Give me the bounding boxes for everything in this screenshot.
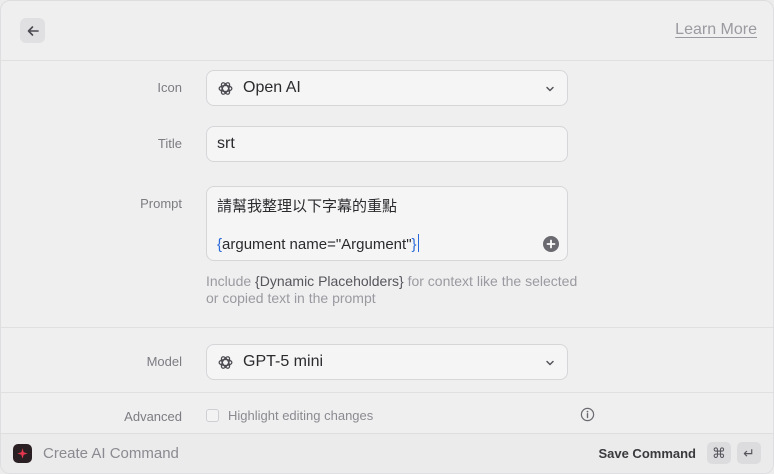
icon-select-value: Open AI [243, 79, 301, 96]
top-bar: Learn More [1, 1, 773, 61]
model-select-value: GPT-5 mini [243, 353, 324, 370]
section-divider [1, 392, 773, 393]
sparkle-logo-icon [17, 448, 28, 459]
shortcut-cmd-key: ⌘ [707, 442, 731, 464]
save-command-button[interactable]: Save Command [598, 446, 696, 461]
prompt-textarea[interactable]: 請幫我整理以下字幕的重點 {argument name="Argument"} [206, 186, 568, 261]
info-icon[interactable] [580, 407, 595, 422]
chevron-down-icon [546, 86, 554, 92]
prompt-hint: Include {Dynamic Placeholders} for conte… [206, 273, 586, 307]
model-label: Model [146, 354, 182, 369]
add-placeholder-button[interactable] [543, 236, 559, 252]
icon-label: Icon [157, 80, 182, 95]
plus-icon [546, 239, 556, 249]
chevron-down-icon [546, 360, 554, 366]
model-select[interactable]: GPT-5 mini [206, 344, 568, 380]
title-label: Title [157, 136, 182, 151]
app-logo [13, 444, 32, 463]
highlight-changes-label[interactable]: Highlight editing changes [228, 408, 373, 423]
section-divider [1, 327, 773, 328]
create-ai-command-window: Learn More Icon Open AI Title srt Prompt… [0, 0, 774, 474]
advanced-label: Advanced [124, 409, 182, 424]
prompt-text-line: 請幫我整理以下字幕的重點 [217, 198, 398, 215]
highlight-changes-checkbox[interactable] [206, 409, 219, 422]
icon-select[interactable]: Open AI [206, 70, 568, 106]
back-button[interactable] [20, 18, 45, 43]
shortcut-enter-key: ↵ [737, 442, 761, 464]
placeholder-brace-close: } [411, 236, 417, 253]
prompt-label: Prompt [140, 196, 182, 211]
footer-title: Create AI Command [43, 445, 179, 462]
action-bar: Create AI Command Save Command ⌘ ↵ [1, 433, 773, 473]
openai-icon [218, 355, 233, 369]
learn-more-link[interactable]: Learn More [675, 21, 757, 39]
placeholder-argument: argument name="Argument" [222, 236, 412, 253]
openai-icon [218, 81, 233, 95]
title-input[interactable]: srt [206, 126, 568, 162]
text-caret [417, 234, 419, 252]
hint-prefix: Include [206, 273, 256, 289]
hint-placeholder: {Dynamic Placeholders} [255, 273, 404, 289]
prompt-placeholder-line: {argument name="Argument"} [217, 234, 557, 256]
arrow-left-icon [27, 25, 39, 36]
